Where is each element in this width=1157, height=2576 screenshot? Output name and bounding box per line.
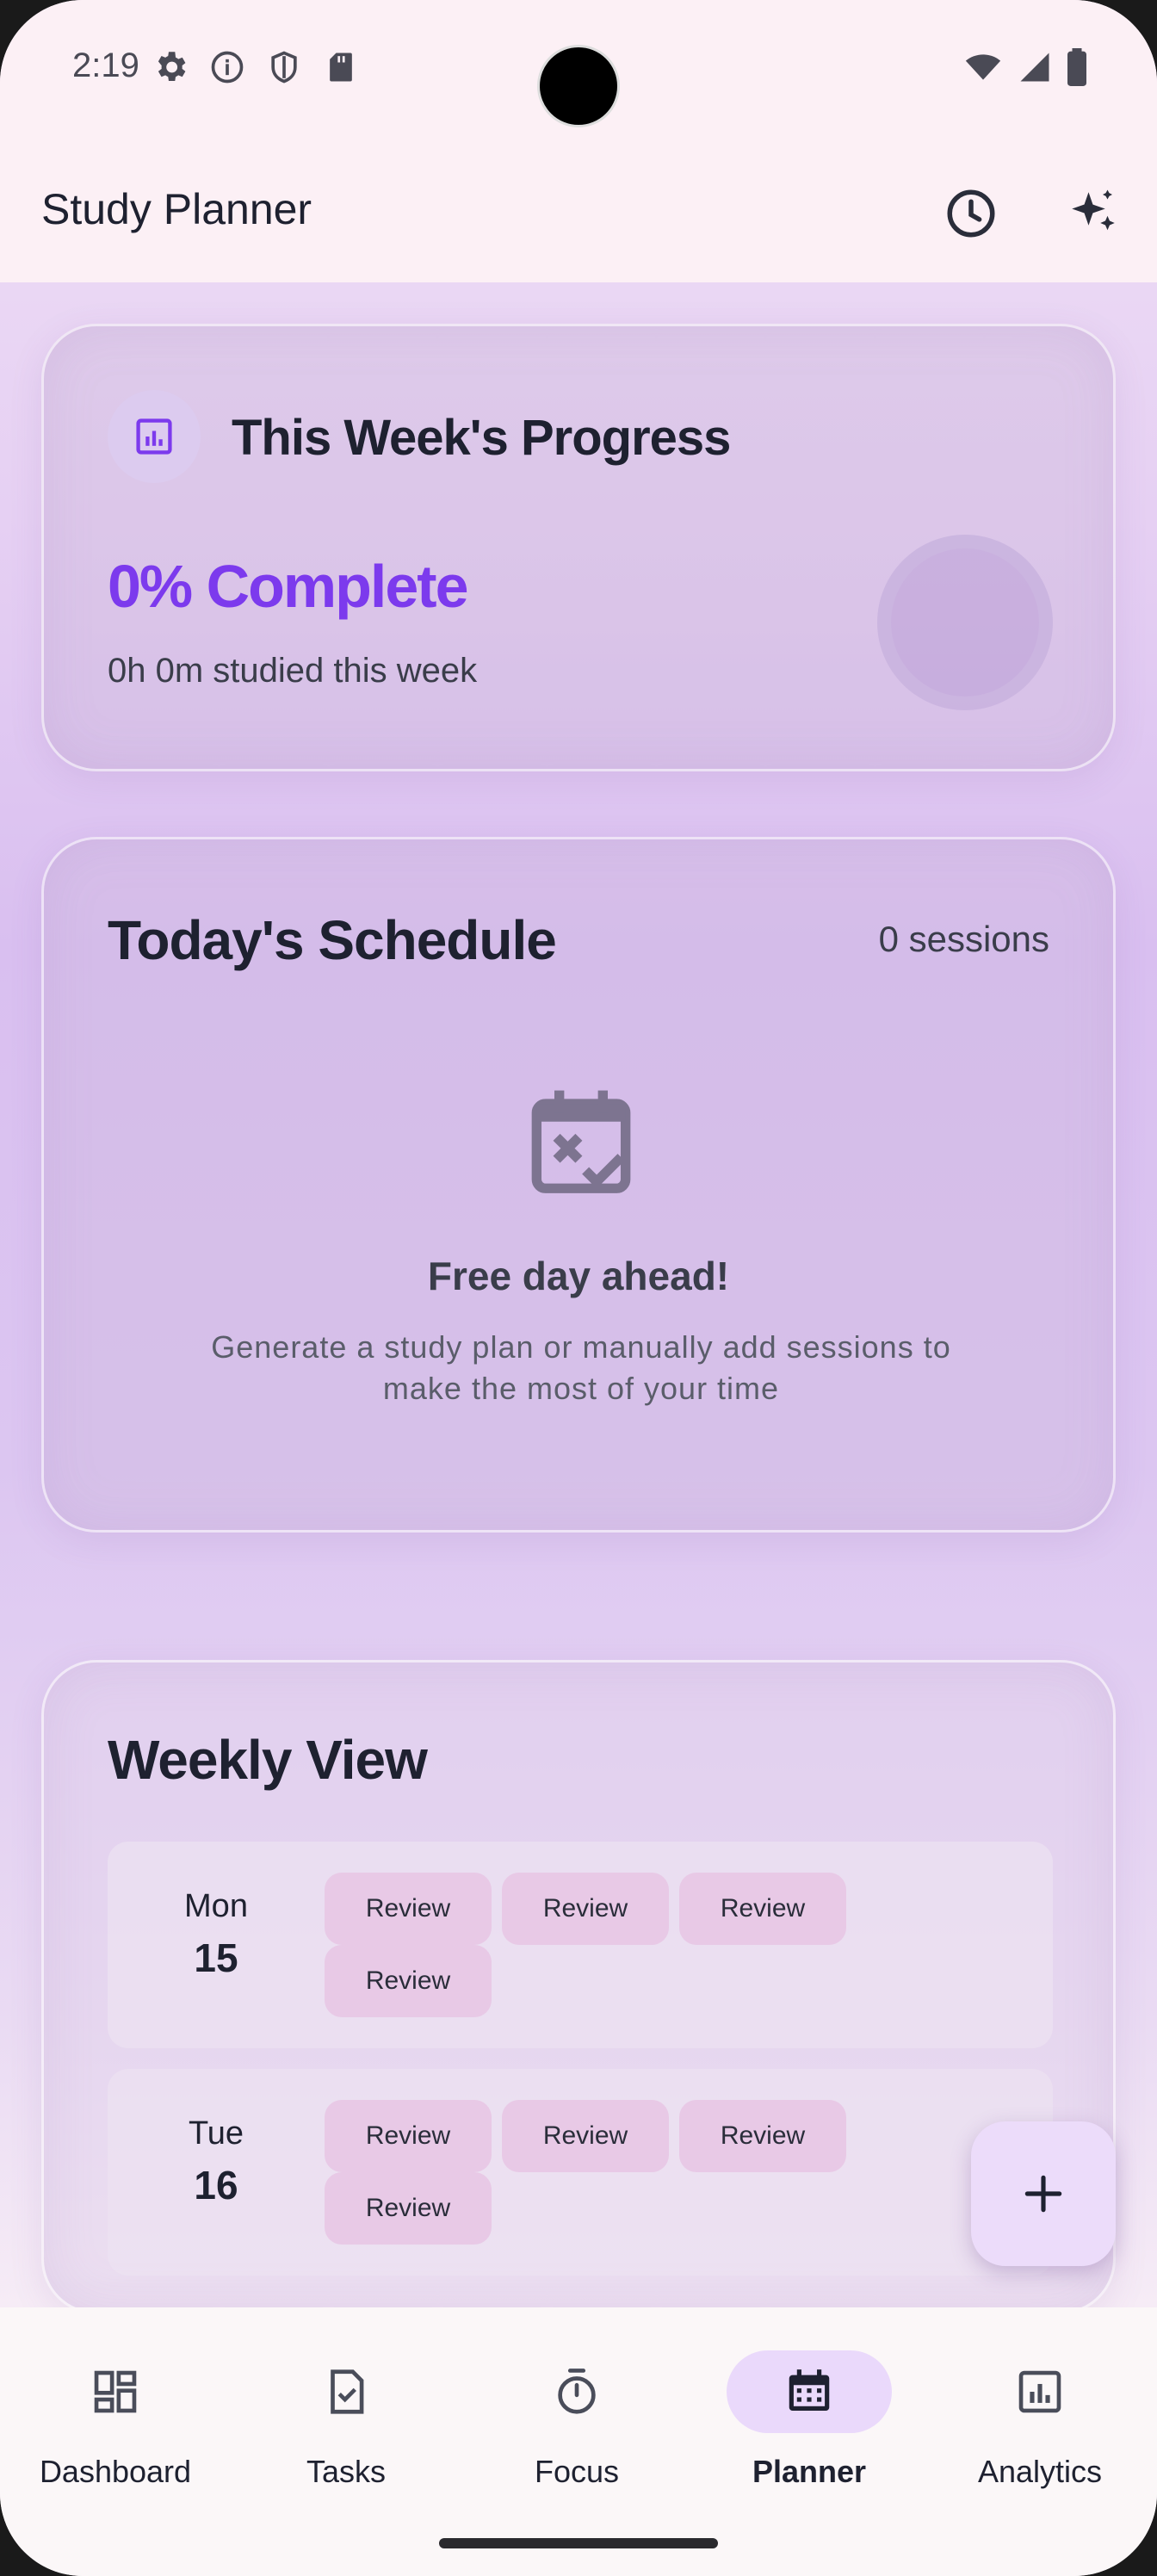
session-chip[interactable]: Review — [679, 1873, 846, 1945]
session-count: 0 sessions — [878, 919, 1049, 959]
sd-card-icon — [330, 53, 352, 82]
signal-icon — [1020, 53, 1049, 82]
tasks-icon — [331, 2369, 364, 2414]
calendar-empty-icon — [531, 1090, 631, 1193]
bottom-navigation: Dashboard Tasks Focus Planner Analytics — [0, 2307, 1157, 2576]
dashboard-icon — [94, 2370, 137, 2413]
battery-icon — [1067, 48, 1086, 86]
nav-tasks-pill — [263, 2350, 429, 2433]
weekly-progress-card: This Week's Progress 0% Complete 0h 0m s… — [41, 324, 1116, 771]
nav-focus-label: Focus — [534, 2454, 620, 2489]
day-name: Tue — [188, 2115, 244, 2152]
generate-plan-button[interactable] — [1052, 172, 1135, 255]
empty-state-title: Free day ahead! — [427, 1254, 730, 1298]
wifi-icon — [965, 54, 1001, 80]
home-indicator[interactable] — [439, 2538, 718, 2548]
app-title: Study Planner — [41, 185, 312, 233]
nav-tasks[interactable]: Tasks — [231, 2350, 461, 2505]
sparkles-icon — [1072, 189, 1115, 231]
session-chip[interactable]: Review — [325, 1873, 492, 1945]
day-row-mon[interactable]: Mon 15 Review Review Review Review — [108, 1842, 1053, 2048]
session-chip[interactable]: Review — [502, 1873, 669, 1945]
calendar-icon — [789, 2369, 830, 2411]
status-bar: 2:19 — [0, 0, 1157, 146]
session-chip[interactable]: Review — [325, 1945, 492, 2017]
app-bar: Study Planner — [0, 146, 1157, 282]
day-date: 15 — [194, 1935, 238, 1980]
camera-cutout — [537, 45, 620, 127]
analytics-icon — [1018, 2370, 1061, 2413]
status-time: 2:19 — [72, 46, 139, 84]
history-icon — [947, 189, 995, 238]
nav-planner-pill — [727, 2350, 892, 2433]
nav-planner[interactable]: Planner — [694, 2350, 925, 2505]
studied-time: 0h 0m studied this week — [108, 652, 478, 690]
progress-percent: 0% Complete — [108, 553, 469, 620]
plus-icon — [1024, 2175, 1062, 2213]
progress-icon-badge — [108, 390, 201, 483]
nav-focus[interactable]: Focus — [461, 2350, 692, 2505]
history-button[interactable] — [930, 172, 1012, 255]
status-right-icons — [962, 48, 1088, 86]
day-name: Mon — [184, 1888, 248, 1924]
session-chip[interactable]: Review — [325, 2100, 492, 2172]
progress-title: This Week's Progress — [232, 410, 731, 466]
progress-ring — [877, 535, 1053, 710]
info-icon — [211, 51, 244, 84]
session-chip[interactable]: Review — [679, 2100, 846, 2172]
day-row-tue[interactable]: Tue 16 Review Review Review Review — [108, 2069, 1053, 2276]
day-date: 16 — [194, 2163, 238, 2208]
nav-dashboard-pill — [33, 2350, 198, 2433]
nav-dashboard[interactable]: Dashboard — [0, 2350, 231, 2505]
status-left-icons — [152, 48, 360, 86]
settings-icon — [158, 52, 186, 81]
empty-state-description: Generate a study plan or manually add se… — [211, 1329, 951, 1406]
nav-tasks-label: Tasks — [306, 2454, 387, 2489]
shield-icon — [271, 51, 297, 84]
schedule-title: Today's Schedule — [108, 909, 557, 971]
weekly-view-title: Weekly View — [108, 1729, 428, 1791]
nav-analytics-pill — [957, 2350, 1123, 2433]
nav-focus-pill — [494, 2350, 659, 2433]
phone-screen: 2:19 Study Planner This Week's Progress … — [0, 0, 1157, 2576]
analytics-icon — [136, 418, 172, 455]
todays-schedule-card: Today's Schedule 0 sessions Free day ahe… — [41, 837, 1116, 1533]
session-chip[interactable]: Review — [325, 2172, 492, 2245]
add-session-button[interactable] — [971, 2121, 1116, 2266]
timer-icon — [558, 2369, 596, 2414]
nav-planner-label: Planner — [752, 2454, 867, 2489]
weekly-view-card: Weekly View Mon 15 Review Review Review … — [41, 1660, 1116, 2314]
nav-dashboard-label: Dashboard — [39, 2454, 192, 2489]
nav-analytics-label: Analytics — [977, 2454, 1103, 2489]
nav-analytics[interactable]: Analytics — [925, 2350, 1155, 2505]
session-chip[interactable]: Review — [502, 2100, 669, 2172]
